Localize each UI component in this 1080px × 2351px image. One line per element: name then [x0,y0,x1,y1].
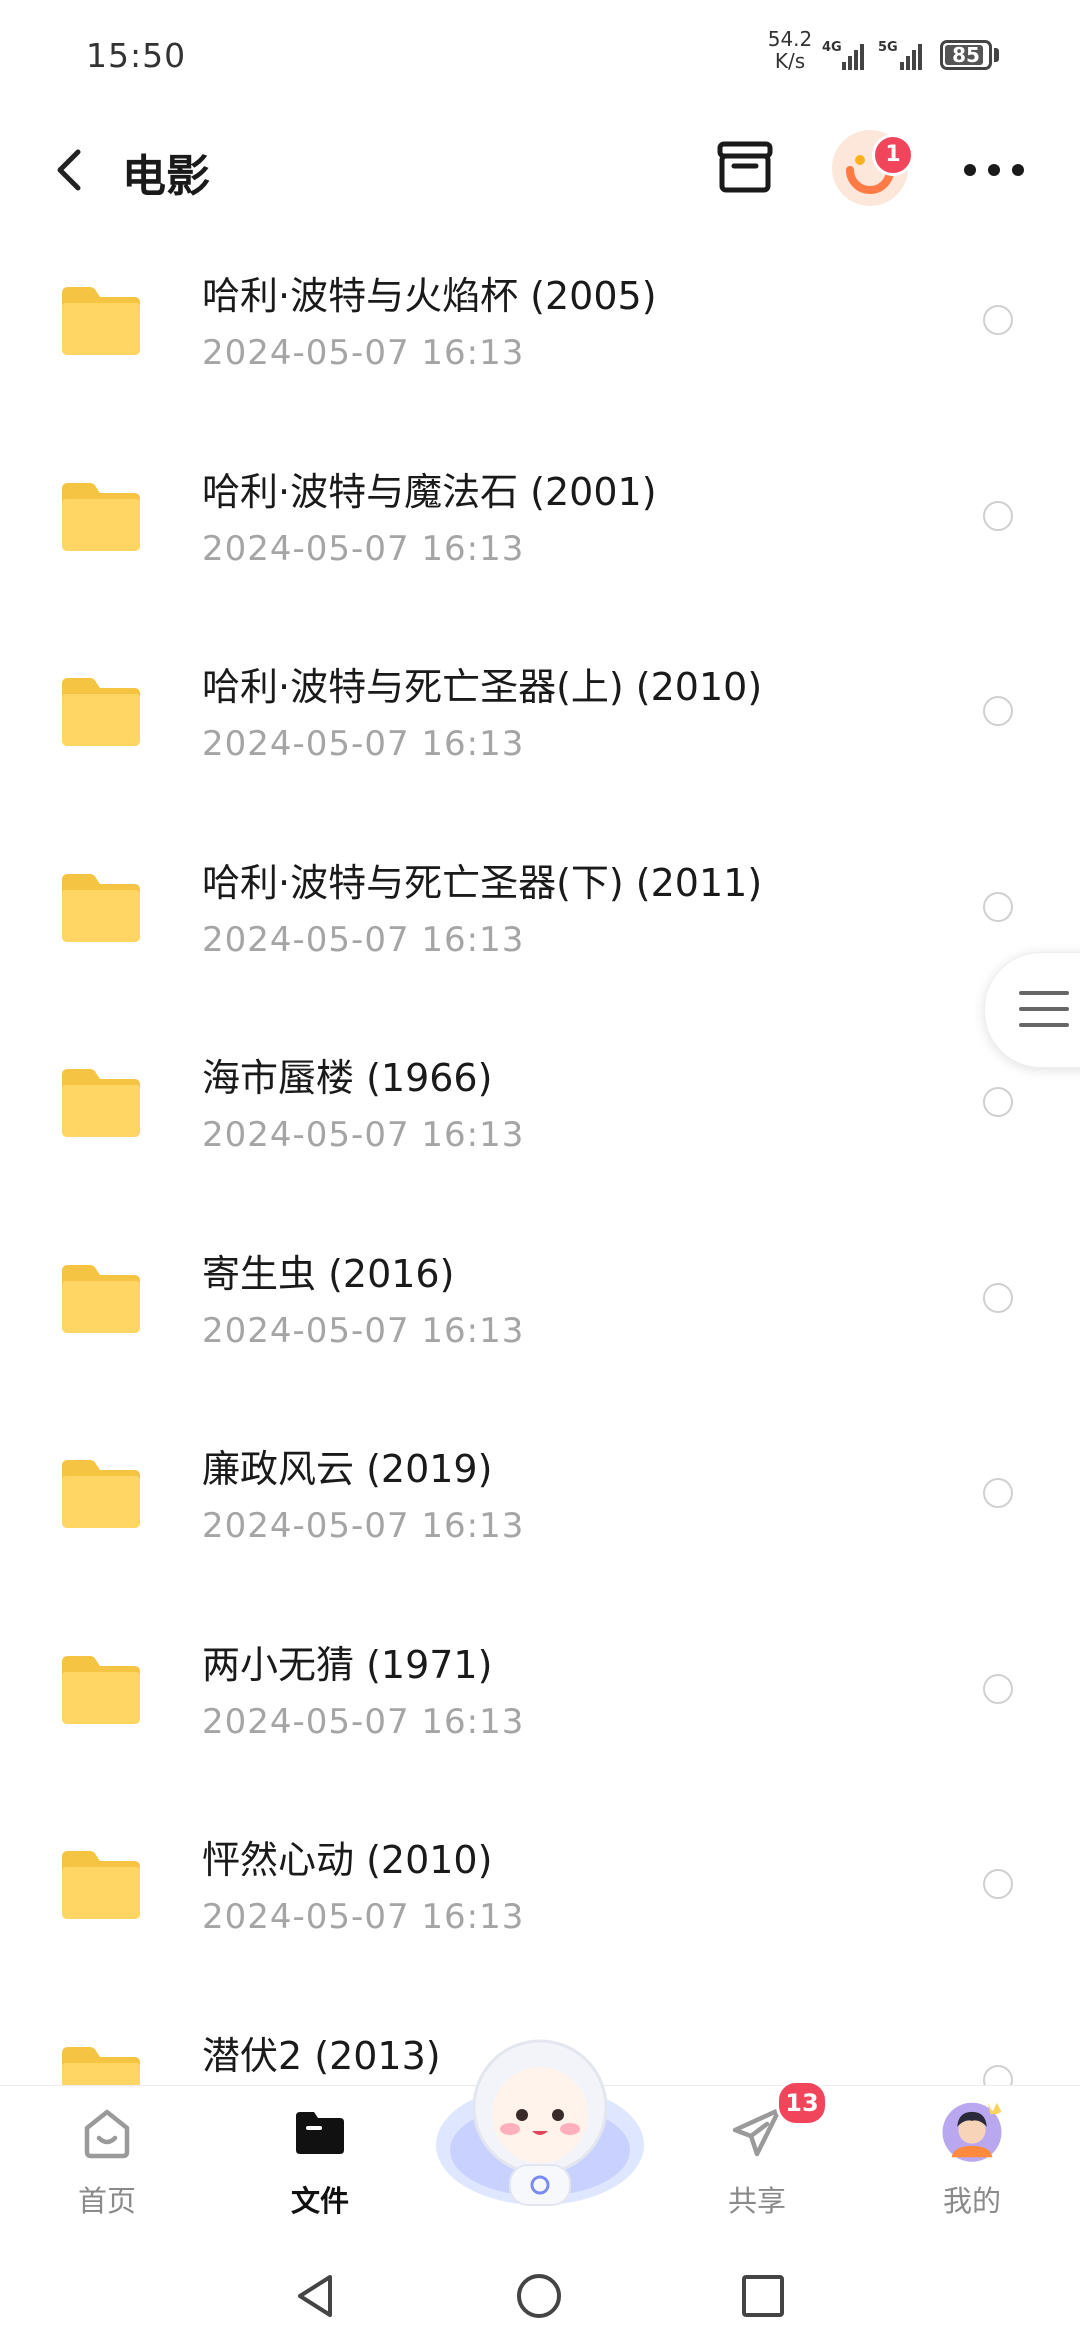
folder-name: 哈利·波特与火焰杯 (2005) [202,274,657,318]
nav-files-label: 文件 [290,2184,349,2218]
select-checkbox[interactable] [983,500,1013,531]
header: 电影 1 [0,110,1080,230]
folder-date: 2024-05-07 16:13 [202,1701,525,1742]
folder-row[interactable]: 廉政风云 (2019) 2024-05-07 16:13 [0,1398,1080,1593]
user-avatar-icon [942,2102,1002,2162]
folder-date: 2024-05-07 16:13 [202,919,525,960]
network-speed: 54.2 K/s [760,28,820,72]
home-icon [84,2109,130,2159]
nav-home[interactable]: 首页 [27,2086,187,2236]
folder-icon [62,2046,140,2085]
back-button[interactable] [50,142,90,198]
page-title: 电影 [122,151,210,202]
folder-row[interactable]: 海市蜃楼 (1966) 2024-05-07 16:13 [0,1007,1080,1202]
folder-icon [62,1264,140,1333]
select-checkbox[interactable] [983,1478,1013,1508]
select-checkbox[interactable] [983,696,1013,726]
folder-icon [62,1655,140,1724]
archive-box-icon [717,141,773,193]
notification-badge: 1 [872,134,914,176]
folder-row[interactable]: 怦然心动 (2010) 2024-05-07 16:13 [0,1789,1080,1984]
status-bar: 15:50 54.2 K/s 4G 5G 85 [0,0,1080,110]
folder-icon [62,873,140,942]
folder-name: 潜伏2 (2013) [202,2033,441,2078]
battery-level: 85 [952,43,980,67]
more-dots-icon [964,164,1024,176]
select-checkbox[interactable] [983,305,1013,335]
folder-date: 2024-05-07 16:13 [202,1310,525,1351]
mascot-assistant-button[interactable] [430,2025,650,2225]
folder-date: 2024-05-07 16:13 [202,528,525,569]
folder-name: 寄生虫 (2016) [202,1251,455,1296]
network-speed-value: 54.2 [767,27,813,51]
status-time: 15:50 [86,36,187,75]
folder-icon [62,287,140,355]
select-checkbox[interactable] [983,1673,1013,1704]
select-checkbox[interactable] [983,1087,1013,1117]
folder-name: 怦然心动 (2010) [202,1838,493,1882]
folder-date: 2024-05-07 16:13 [202,1115,525,1155]
battery-icon: 85 [940,40,992,70]
folder-date: 2024-05-07 16:13 [202,724,525,764]
folder-icon [62,1069,140,1137]
system-home-icon[interactable] [514,2271,564,2321]
folder-icon [62,482,140,551]
signal-5g-icon: 5G [878,36,930,72]
system-navigation-bar [0,2235,1080,2351]
nav-mine[interactable]: 我的 [892,2086,1052,2236]
folder-icon [62,1460,140,1528]
folder-date: 2024-05-07 16:13 [202,1897,525,1937]
folder-name: 两小无猜 (1971) [202,1642,493,1687]
nav-share-label: 共享 [727,2184,786,2218]
nav-home-label: 首页 [77,2184,136,2218]
folder-row[interactable]: 两小无猜 (1971) 2024-05-07 16:13 [0,1594,1080,1789]
network-speed-unit: K/s [774,49,806,73]
select-checkbox[interactable] [983,891,1013,922]
folder-name: 哈利·波特与死亡圣器(下) (2011) [202,860,763,905]
system-recents-icon[interactable] [738,2271,788,2321]
nav-mine-label: 我的 [942,2184,1001,2218]
folder-name: 哈利·波特与魔法石 (2001) [202,469,657,514]
select-checkbox[interactable] [983,1282,1013,1313]
share-badge: 13 [776,2080,828,2126]
chevron-left-icon [57,149,81,191]
folder-row[interactable]: 哈利·波特与火焰杯 (2005) 2024-05-07 16:13 [0,225,1080,420]
astronaut-mascot-icon [436,2039,644,2206]
folder-name: 海市蜃楼 (1966) [202,1056,493,1100]
folder-icon [62,678,140,746]
files-icon [296,2112,344,2154]
select-checkbox[interactable] [983,1869,1013,1899]
nav-files[interactable]: 文件 [240,2086,400,2236]
folder-date: 2024-05-07 16:13 [202,1506,525,1546]
folder-row[interactable]: 哈利·波特与魔法石 (2001) 2024-05-07 16:13 [0,421,1080,616]
folder-row[interactable]: 哈利·波特与死亡圣器(下) (2011) 2024-05-07 16:13 [0,812,1080,1007]
system-back-icon[interactable] [290,2271,340,2321]
folder-date: 2024-05-07 16:13 [202,333,525,373]
folder-row[interactable]: 寄生虫 (2016) 2024-05-07 16:13 [0,1203,1080,1398]
more-button[interactable] [960,160,1028,180]
folder-name: 廉政风云 (2019) [202,1447,493,1491]
archive-button[interactable] [714,136,776,198]
folder-icon [62,1851,140,1919]
signal-4g-icon: 4G [822,36,870,72]
folder-name: 哈利·波特与死亡圣器(上) (2010) [202,665,763,709]
menu-lines-icon [1019,991,1069,1027]
select-checkbox[interactable] [983,2064,1013,2085]
folder-row[interactable]: 哈利·波特与死亡圣器(上) (2010) 2024-05-07 16:13 [0,616,1080,811]
file-list: 哈利·波特与火焰杯 (2005) 2024-05-07 16:13 哈利·波特与魔法… [0,225,1080,2085]
